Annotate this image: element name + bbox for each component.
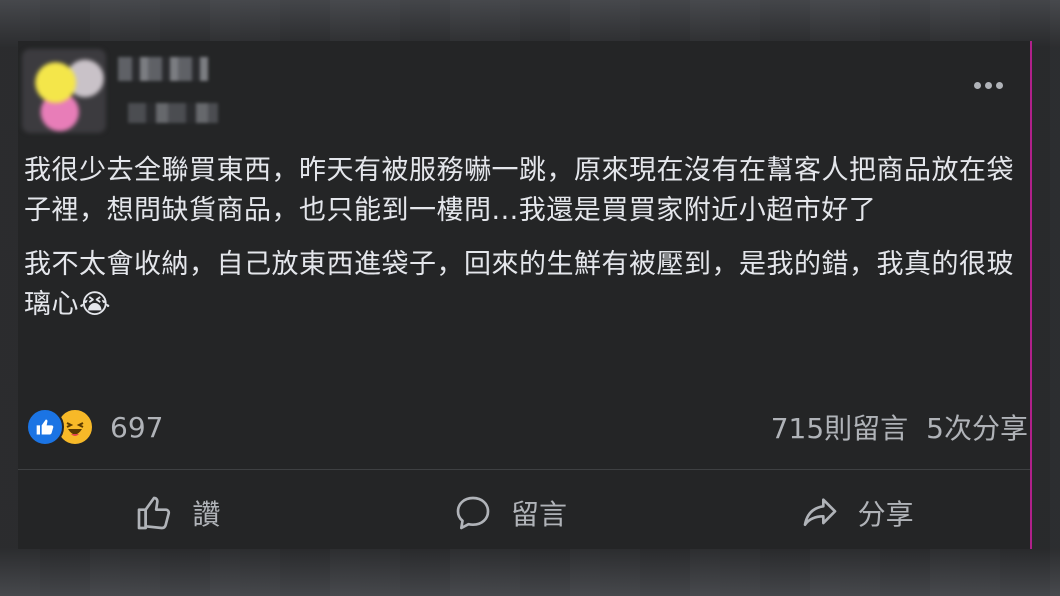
share-button-label: 分享 bbox=[857, 498, 914, 531]
facebook-post-card: 我很少去全聯買東西，昨天有被服務嚇一跳，原來現在沒有在幫客人把商品放在袋子裡，想… bbox=[18, 41, 1032, 549]
post-text: 我很少去全聯買東西，昨天有被服務嚇一跳，原來現在沒有在幫客人把商品放在袋子裡，想… bbox=[24, 151, 1024, 339]
divider bbox=[18, 469, 1030, 470]
more-horizontal-icon bbox=[973, 81, 981, 89]
thumbs-up-icon bbox=[26, 408, 64, 446]
more-options-button[interactable] bbox=[968, 71, 1008, 99]
reactions-summary[interactable]: 697 bbox=[26, 407, 163, 447]
comment-button[interactable]: 留言 bbox=[433, 487, 587, 539]
like-button[interactable]: 讚 bbox=[114, 487, 240, 539]
avatar[interactable] bbox=[22, 49, 106, 133]
post-paragraph-1: 我很少去全聯買東西，昨天有被服務嚇一跳，原來現在沒有在幫客人把商品放在袋子裡，想… bbox=[24, 155, 1014, 226]
like-button-label: 讚 bbox=[192, 498, 221, 531]
share-count[interactable]: 5次分享 bbox=[926, 407, 1028, 447]
reaction-count[interactable]: 697 bbox=[110, 411, 163, 444]
post-stats: 715則留言 5次分享 bbox=[771, 407, 1028, 447]
post-paragraph-2: 我不太會收納，自己放東西進袋子，回來的生鮮有被壓到，是我的錯，我真的很玻璃心😭 bbox=[24, 249, 1014, 320]
comment-count[interactable]: 715則留言 bbox=[771, 407, 908, 447]
thumbs-up-outline-icon bbox=[137, 496, 171, 530]
speech-bubble-icon bbox=[456, 496, 490, 530]
author-name-blurred[interactable] bbox=[118, 57, 208, 81]
action-bar: 讚 留言 分享 bbox=[18, 485, 1030, 541]
share-button[interactable]: 分享 bbox=[780, 487, 934, 539]
comment-button-label: 留言 bbox=[510, 498, 567, 531]
share-arrow-icon bbox=[803, 498, 836, 526]
post-meta-blurred bbox=[128, 103, 218, 123]
